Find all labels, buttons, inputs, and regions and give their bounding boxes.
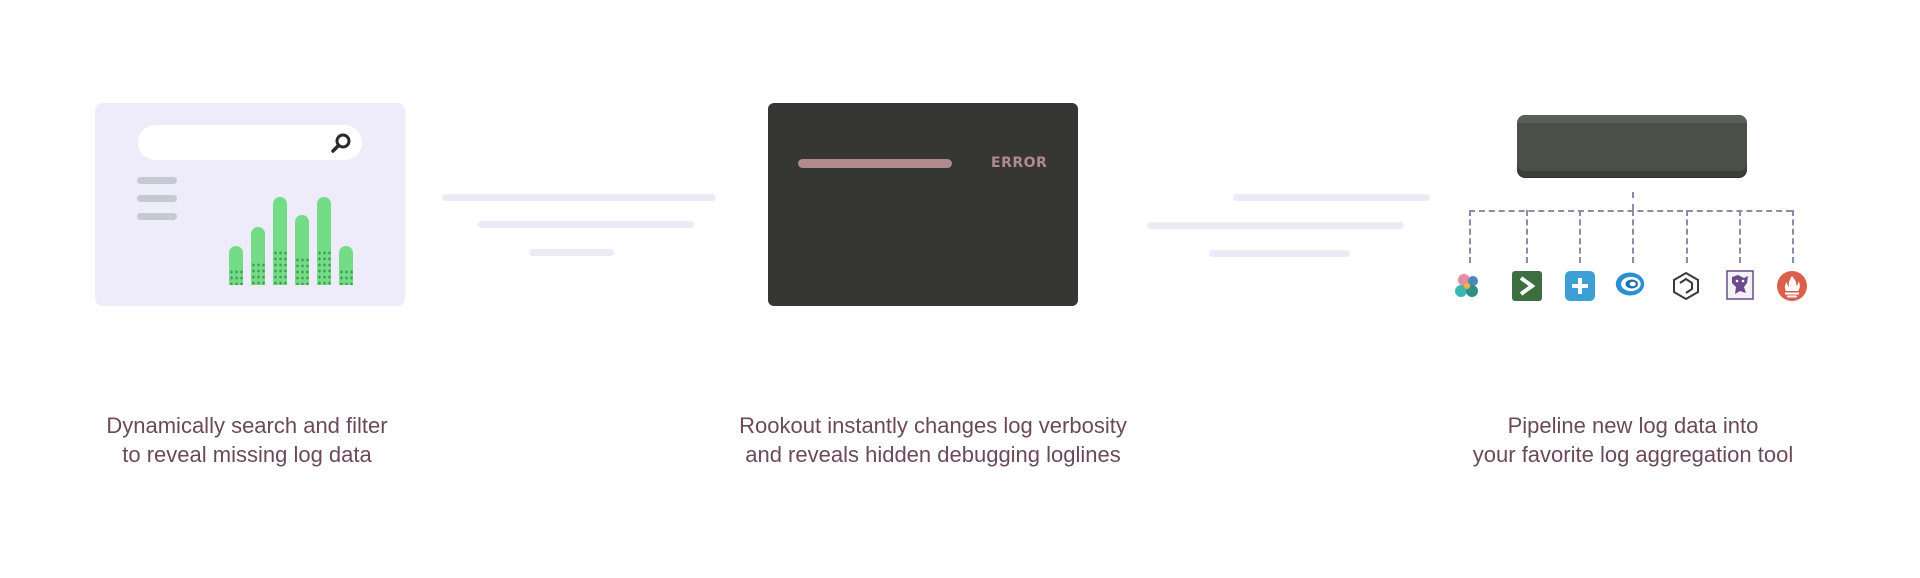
connector-line — [1147, 222, 1404, 229]
search-icon — [331, 133, 351, 153]
caption-verbosity: Rookout instantly changes log verbosity … — [723, 411, 1143, 469]
pipeline-branch — [1632, 210, 1634, 263]
prometheus-icon — [1777, 271, 1807, 301]
connector-line — [529, 249, 614, 256]
caption-line: Pipeline new log data into — [1507, 413, 1759, 438]
datadog-icon — [1726, 270, 1754, 300]
chart-bar — [273, 197, 287, 285]
pipeline-bus — [1469, 210, 1792, 212]
caption-line: your favorite log aggregation tool — [1472, 442, 1794, 467]
cube-icon — [1673, 271, 1699, 301]
pipeline-branch — [1686, 210, 1688, 263]
pipeline-branch — [1792, 210, 1794, 263]
search-input[interactable] — [138, 125, 362, 160]
connector-line — [442, 194, 716, 201]
caption-line: and reveals hidden debugging loglines — [745, 442, 1121, 467]
filter-option[interactable] — [137, 213, 177, 220]
chart-bar — [251, 227, 265, 285]
swirl-icon — [1615, 272, 1645, 296]
terminal-icon — [1512, 271, 1542, 301]
filter-option[interactable] — [137, 195, 177, 202]
chart-bar — [295, 215, 309, 285]
caption-line: Dynamically search and filter — [106, 413, 388, 438]
log-line — [798, 159, 952, 168]
connector-line — [478, 221, 694, 228]
connector-line — [1209, 250, 1350, 257]
caption-line: to reveal missing log data — [122, 442, 372, 467]
log-viewer-panel: ERROR — [768, 103, 1078, 306]
elastic-icon — [1455, 274, 1478, 297]
caption-pipeline: Pipeline new log data into your favorite… — [1423, 411, 1843, 469]
pipeline-device — [1517, 115, 1747, 177]
pipeline-device-top — [1517, 115, 1747, 123]
plus-icon — [1565, 271, 1595, 301]
chart-bar — [317, 197, 331, 285]
pipeline-branch — [1579, 210, 1581, 263]
connector-line — [1233, 194, 1430, 201]
caption-line: Rookout instantly changes log verbosity — [739, 413, 1127, 438]
chart-bar — [339, 246, 353, 285]
chart-bar — [229, 246, 243, 285]
pipeline-branch — [1526, 210, 1528, 263]
pipeline-trunk — [1632, 192, 1634, 210]
log-level-label: ERROR — [991, 155, 1048, 171]
caption-search: Dynamically search and filter to reveal … — [37, 411, 457, 469]
pipeline-branch — [1739, 210, 1741, 263]
filter-option[interactable] — [137, 177, 177, 184]
pipeline-branch — [1469, 210, 1471, 263]
search-filter-panel — [95, 103, 405, 306]
